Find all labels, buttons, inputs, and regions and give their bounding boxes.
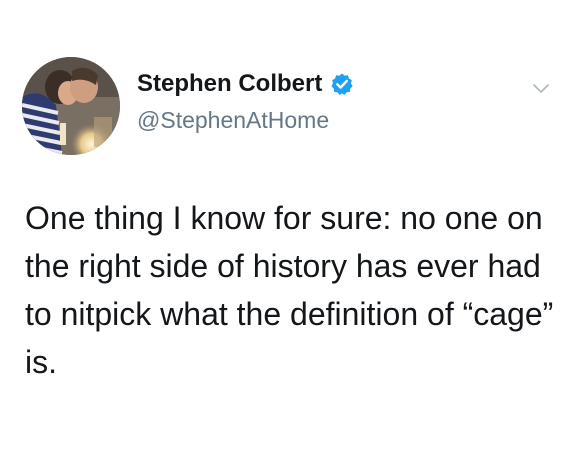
profile-avatar[interactable] xyxy=(22,57,120,155)
author-name-row: Stephen Colbert xyxy=(137,70,354,98)
author-handle[interactable]: @StephenAtHome xyxy=(137,106,329,134)
author-display-name[interactable]: Stephen Colbert xyxy=(137,70,322,98)
verified-badge-icon xyxy=(331,73,353,95)
chevron-down-icon[interactable] xyxy=(532,80,550,98)
avatar-photo xyxy=(22,57,120,155)
tweet-text: One thing I know for sure: no one on the… xyxy=(25,200,554,380)
tweet-card: Stephen Colbert @StephenAtHome One thing… xyxy=(0,0,564,453)
